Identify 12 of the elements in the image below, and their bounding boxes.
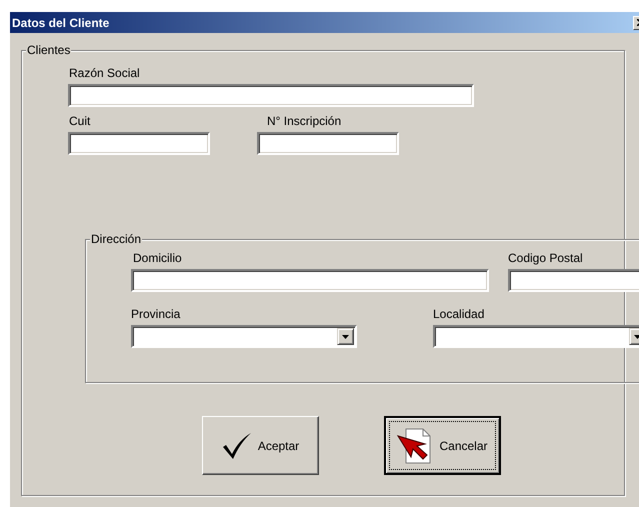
field-label: Domicilio (132, 251, 183, 265)
dialog-button[interactable]: Cancelar (384, 416, 501, 475)
window-title: Datos del Cliente (12, 14, 110, 32)
field-label: N° Inscripción (266, 114, 342, 128)
field-label: Razón Social (68, 66, 141, 80)
field-label: Localidad (433, 307, 486, 321)
group-label: Dirección (90, 232, 142, 246)
dialog-button[interactable]: Aceptar (202, 416, 319, 475)
field-label: Provincia (131, 307, 182, 321)
field-label: Codigo Postal (508, 251, 584, 265)
field-label: Cuit (68, 114, 92, 128)
group-label: Clientes (26, 43, 72, 57)
